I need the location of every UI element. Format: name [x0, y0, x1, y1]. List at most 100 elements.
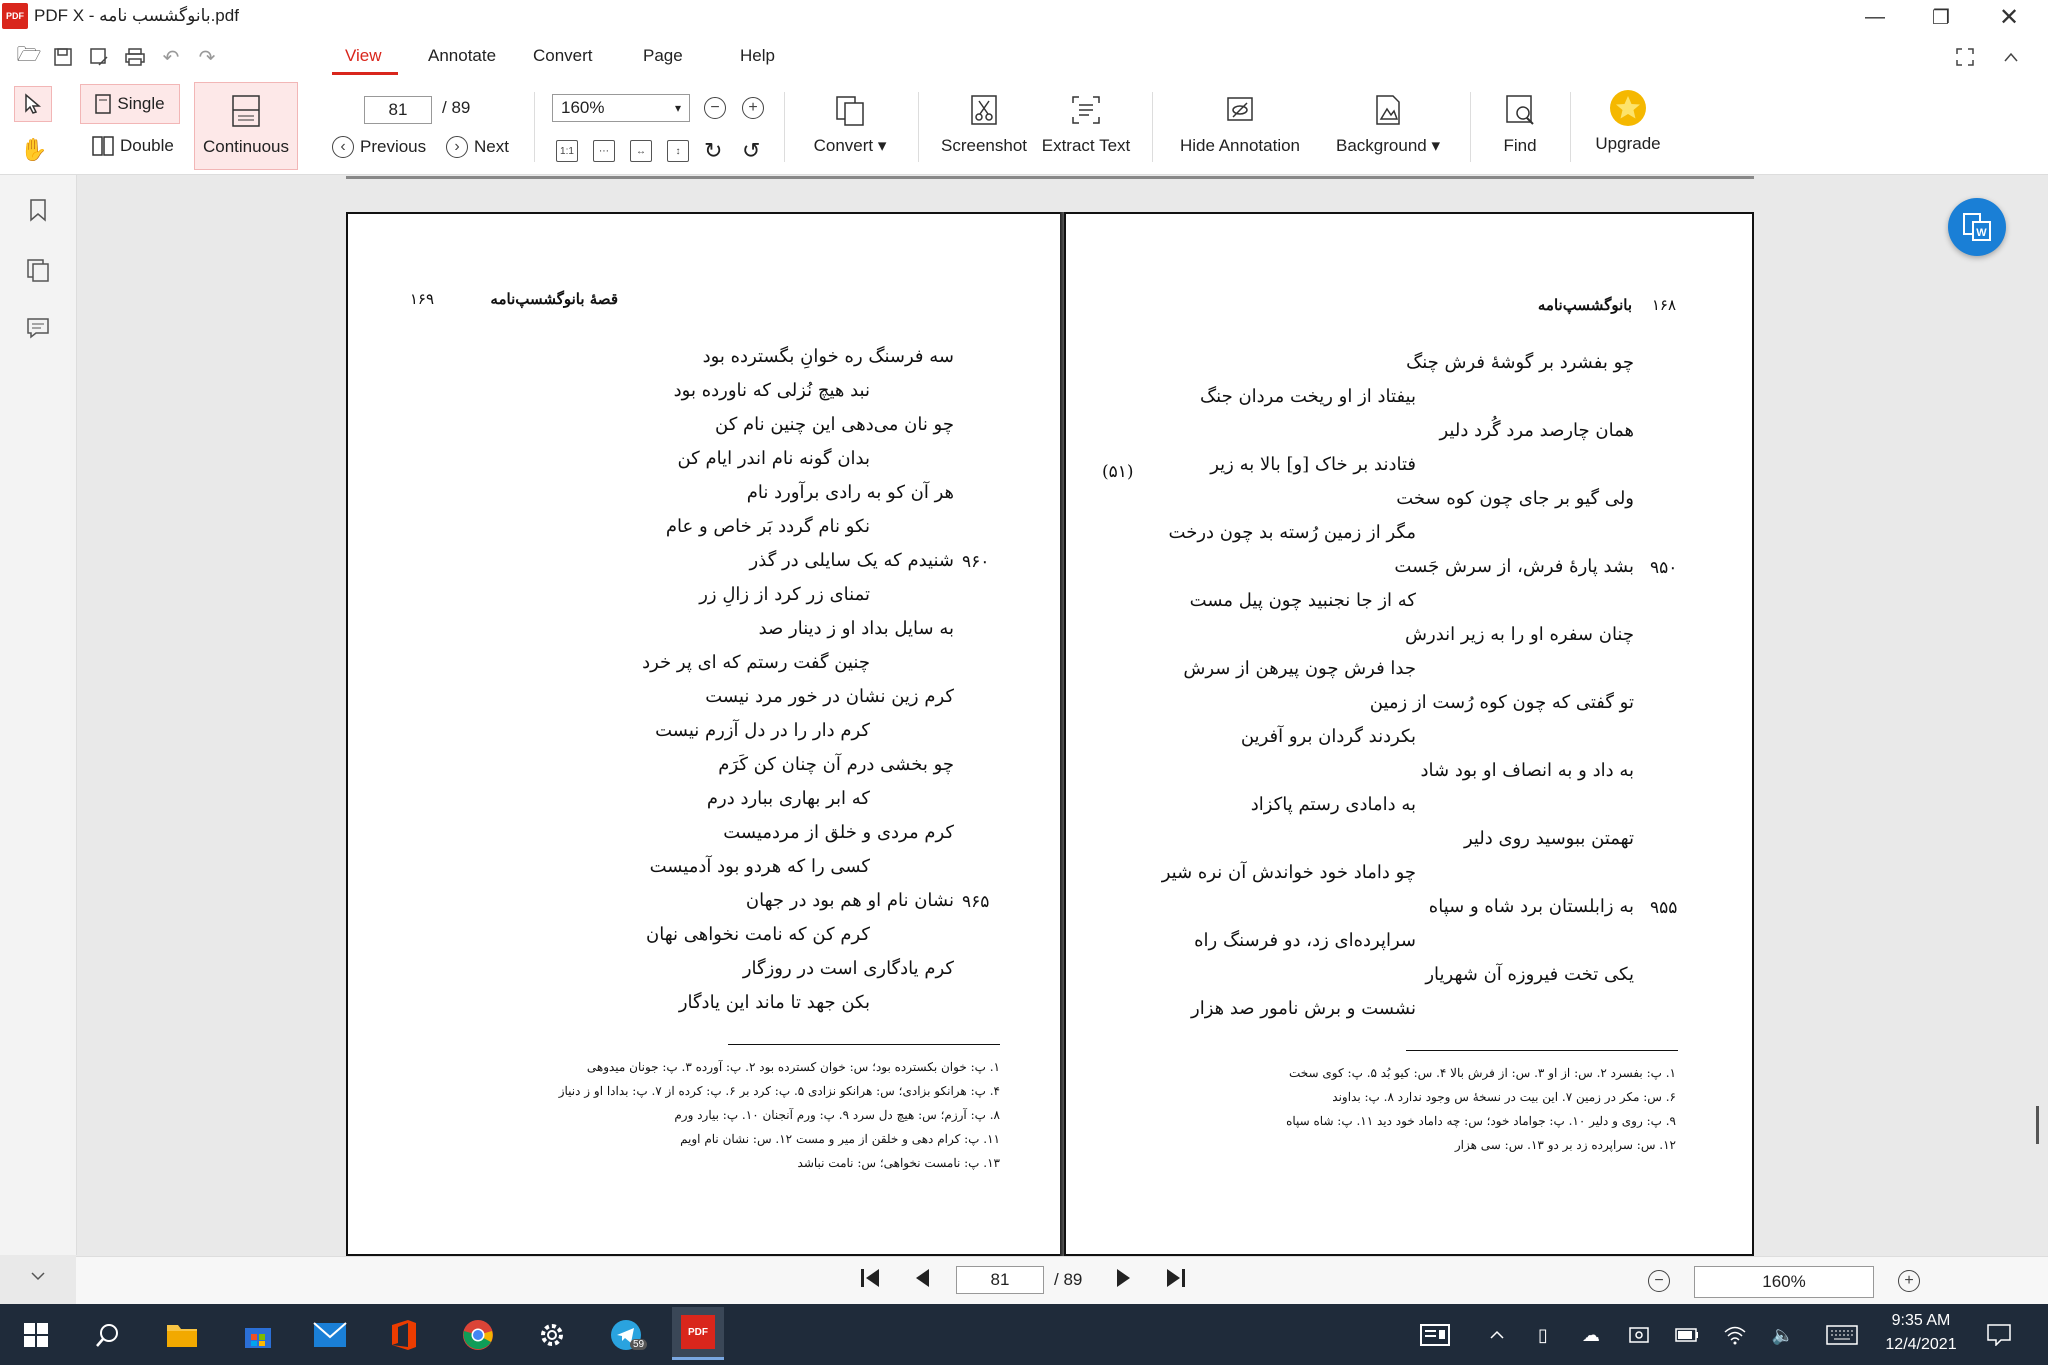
- screenshot-button[interactable]: Screenshot: [934, 90, 1034, 156]
- taskbar-file-explorer[interactable]: [160, 1313, 204, 1357]
- rotate-clockwise-icon[interactable]: ↻: [704, 138, 722, 164]
- fit-height-icon[interactable]: ↕: [667, 140, 689, 162]
- taskbar-search-button[interactable]: [86, 1313, 130, 1357]
- menu-page[interactable]: Page: [643, 46, 683, 66]
- comments-icon[interactable]: [24, 314, 52, 342]
- last-page-button[interactable]: [1164, 1266, 1188, 1295]
- save-icon[interactable]: [50, 44, 76, 70]
- onedrive-cloud-icon[interactable]: ☁: [1576, 1320, 1606, 1350]
- menu-view[interactable]: View: [345, 46, 382, 66]
- single-page-icon: [95, 94, 112, 114]
- fullscreen-icon[interactable]: [1952, 44, 1978, 70]
- footnote: ۱۳. پ: نامست نخواهی؛ س: نامت نباشد: [797, 1156, 1000, 1170]
- triangle-left-icon: [916, 1269, 929, 1287]
- hand-tool-icon[interactable]: ✋: [20, 136, 48, 164]
- taskbar-telegram[interactable]: 59: [604, 1313, 648, 1357]
- bottom-page-input[interactable]: 81: [956, 1266, 1044, 1294]
- close-window-button[interactable]: ✕: [1978, 0, 2040, 34]
- convert-button[interactable]: Convert ▾: [800, 90, 900, 156]
- pdfx-app-icon: PDF: [681, 1315, 715, 1349]
- find-button[interactable]: Find: [1488, 90, 1552, 156]
- battery-icon[interactable]: [1672, 1320, 1702, 1350]
- hide-annotation-button[interactable]: Hide Annotation: [1170, 90, 1310, 156]
- volume-icon[interactable]: 🔈: [1768, 1320, 1798, 1350]
- rotate-counterclockwise-icon[interactable]: ↺: [742, 138, 760, 164]
- save-as-icon[interactable]: [86, 44, 112, 70]
- vertical-scrollbar-thumb[interactable]: [2036, 1106, 2039, 1144]
- keyboard-icon[interactable]: [1822, 1320, 1862, 1350]
- single-label: Single: [117, 94, 165, 113]
- taskbar-settings[interactable]: [530, 1313, 574, 1357]
- verse-line: کسی را که هردو بود آدمیست: [649, 856, 870, 877]
- first-page-button[interactable]: [858, 1266, 882, 1295]
- fit-width-icon[interactable]: ↔: [630, 140, 652, 162]
- chevron-down-icon[interactable]: [24, 1262, 52, 1290]
- verse-line: فتادند بر خاک [و] بالا به زیر: [1210, 454, 1416, 475]
- zoom-in-icon[interactable]: +: [742, 97, 764, 119]
- title-bar: [0, 0, 2048, 34]
- taskbar-pdfx[interactable]: PDF: [672, 1307, 724, 1360]
- fit-page-icon[interactable]: ⋯: [593, 140, 615, 162]
- verse-line: نشست و برش نامور صد هزار: [1191, 998, 1416, 1019]
- screen-capture-icon[interactable]: [1624, 1320, 1654, 1350]
- convert-to-word-button[interactable]: W: [1948, 198, 2006, 256]
- continuous-view-button[interactable]: Continuous: [194, 82, 298, 170]
- restore-button[interactable]: ❐: [1910, 0, 1972, 34]
- zoom-out-icon[interactable]: −: [704, 97, 726, 119]
- previous-page-nav-button[interactable]: [912, 1266, 932, 1295]
- verse-line: تو گفتی که چون کوه رُست از زمین: [1369, 692, 1634, 713]
- upgrade-button[interactable]: Upgrade: [1584, 88, 1672, 154]
- verse-line: که ابر بهاری ببارد درم: [706, 788, 870, 809]
- menu-active-indicator: [332, 72, 398, 75]
- next-page-nav-button[interactable]: [1114, 1266, 1134, 1295]
- page-number-input[interactable]: 81: [364, 96, 432, 124]
- undo-icon[interactable]: ↶: [158, 44, 184, 70]
- news-widget-icon[interactable]: [1420, 1320, 1450, 1350]
- single-view-button[interactable]: Single: [80, 84, 180, 124]
- notification-center-icon[interactable]: [1984, 1320, 2014, 1350]
- extract-text-button[interactable]: Extract Text: [1036, 90, 1136, 156]
- redo-icon[interactable]: ↷: [194, 44, 220, 70]
- telegram-badge: 59: [630, 1339, 648, 1350]
- collapse-ribbon-icon[interactable]: [1998, 44, 2024, 70]
- bottom-zoom-input[interactable]: 160%: [1694, 1266, 1874, 1298]
- footnote-rule: [728, 1044, 1000, 1045]
- app-logo-icon: PDF: [2, 3, 28, 29]
- bottom-zoom-out-icon[interactable]: −: [1648, 1270, 1670, 1292]
- last-page-icon: [1167, 1269, 1185, 1287]
- find-icon: [1500, 90, 1540, 130]
- taskbar-mail[interactable]: [308, 1313, 352, 1357]
- bookmark-icon[interactable]: [24, 196, 52, 224]
- actual-size-icon[interactable]: 1:1: [556, 140, 578, 162]
- taskbar-chrome[interactable]: [456, 1313, 500, 1357]
- select-tool-button[interactable]: [14, 86, 52, 122]
- minimize-button[interactable]: —: [1844, 0, 1906, 34]
- zoom-select[interactable]: 160% ▾: [552, 94, 690, 122]
- word-convert-icon: W: [1963, 213, 1991, 241]
- start-button[interactable]: [14, 1313, 58, 1357]
- verse-line: سه فرسنگ ره خوانِ بگسترده بود: [702, 346, 954, 367]
- verse-line: کرم دار را در دل آزرم نیست: [655, 720, 870, 741]
- footnote: ۹. پ: روی و دلیر ۱۰. پ: جواماد خود؛ س: چ…: [1286, 1114, 1676, 1128]
- bottom-zoom-in-icon[interactable]: +: [1898, 1270, 1920, 1292]
- previous-page-button[interactable]: ‹ Previous: [332, 136, 426, 158]
- menu-annotate[interactable]: Annotate: [428, 46, 496, 66]
- open-file-icon[interactable]: 🗁: [16, 44, 42, 70]
- chevron-up-icon[interactable]: [1482, 1320, 1512, 1350]
- clock[interactable]: 9:35 AM 12/4/2021: [1880, 1312, 1962, 1354]
- verse-line: چنان سفره او را به زیر اندرش: [1405, 624, 1634, 645]
- taskbar-office[interactable]: [382, 1313, 426, 1357]
- next-page-button[interactable]: › Next: [446, 136, 509, 158]
- continuous-label: Continuous: [202, 137, 289, 156]
- print-icon[interactable]: [122, 44, 148, 70]
- verse-line: کرم کن که نامت نخواهی نهان: [646, 924, 870, 945]
- device-icon[interactable]: ▯: [1528, 1320, 1558, 1350]
- background-button[interactable]: Background ▾: [1324, 90, 1452, 156]
- pages-thumbnail-icon[interactable]: [24, 256, 52, 284]
- wifi-icon[interactable]: [1720, 1320, 1750, 1350]
- menu-convert[interactable]: Convert: [533, 46, 593, 66]
- bottom-page-total: / 89: [1054, 1270, 1083, 1289]
- double-view-button[interactable]: Double: [92, 136, 174, 156]
- taskbar-store[interactable]: [236, 1313, 280, 1357]
- menu-help[interactable]: Help: [740, 46, 775, 66]
